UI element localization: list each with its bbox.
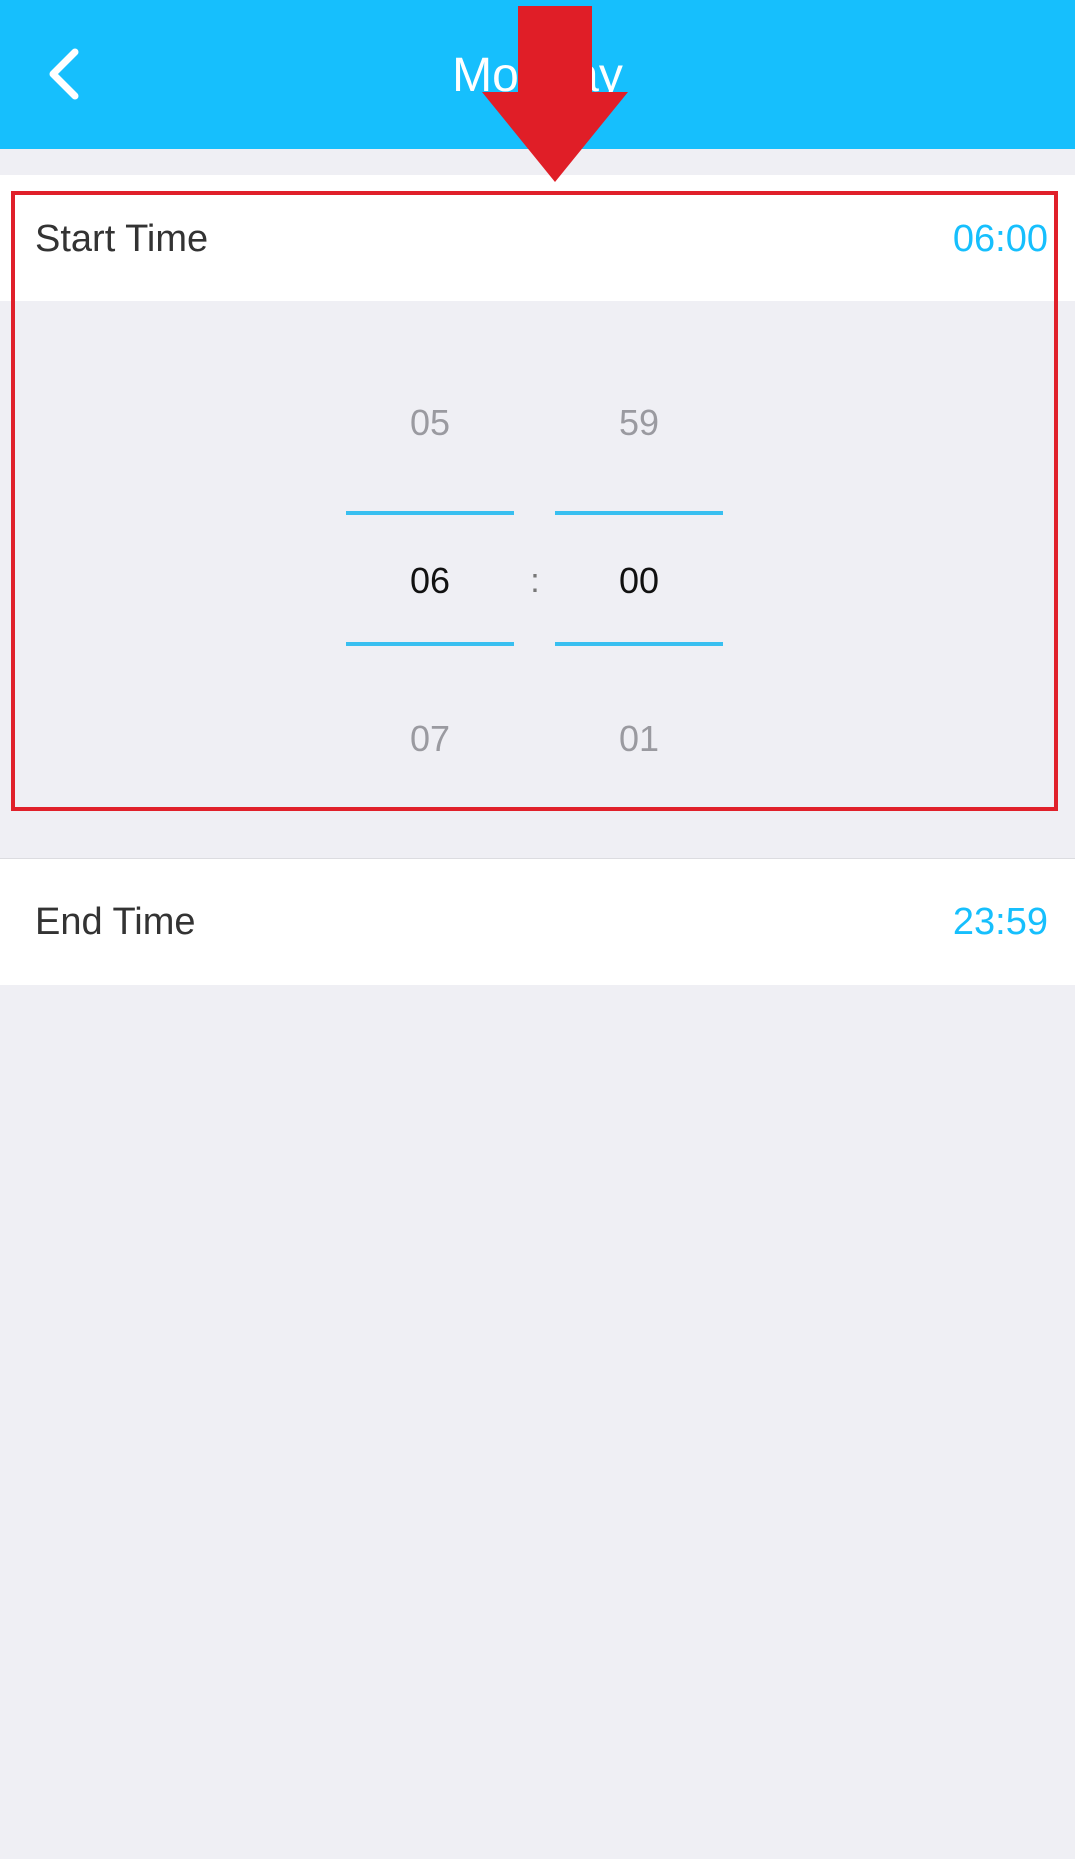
minute-wheel[interactable]: 59 00 01 <box>555 301 723 814</box>
time-separator: : <box>530 562 540 600</box>
hour-selected-option[interactable]: 06 <box>346 556 514 606</box>
start-time-label: Start Time <box>35 218 209 260</box>
start-time-value[interactable]: 06:00 <box>953 179 1048 305</box>
end-time-label: End Time <box>35 901 196 943</box>
minute-selected-option[interactable]: 00 <box>555 556 723 606</box>
app-screen: Monday Start Time 06:00 05 06 07 : 59 00… <box>0 0 1075 1859</box>
minute-selection-line-bottom <box>555 642 723 646</box>
section-gap <box>0 149 1075 175</box>
end-time-row[interactable]: End Time 23:59 <box>0 858 1075 985</box>
minute-selection-line-top <box>555 511 723 515</box>
hour-next-option[interactable]: 07 <box>346 714 514 764</box>
hour-prev-option[interactable]: 05 <box>346 398 514 448</box>
hour-selection-line-top <box>346 511 514 515</box>
time-picker[interactable]: 05 06 07 : 59 00 01 <box>0 301 1075 814</box>
minute-prev-option[interactable]: 59 <box>555 398 723 448</box>
top-bar: Monday <box>0 0 1075 149</box>
minute-next-option[interactable]: 01 <box>555 714 723 764</box>
hour-wheel[interactable]: 05 06 07 <box>346 301 514 814</box>
end-time-value[interactable]: 23:59 <box>953 859 1048 985</box>
page-title: Monday <box>452 49 623 102</box>
hour-selection-line-bottom <box>346 642 514 646</box>
start-time-row[interactable]: Start Time 06:00 <box>0 175 1075 301</box>
